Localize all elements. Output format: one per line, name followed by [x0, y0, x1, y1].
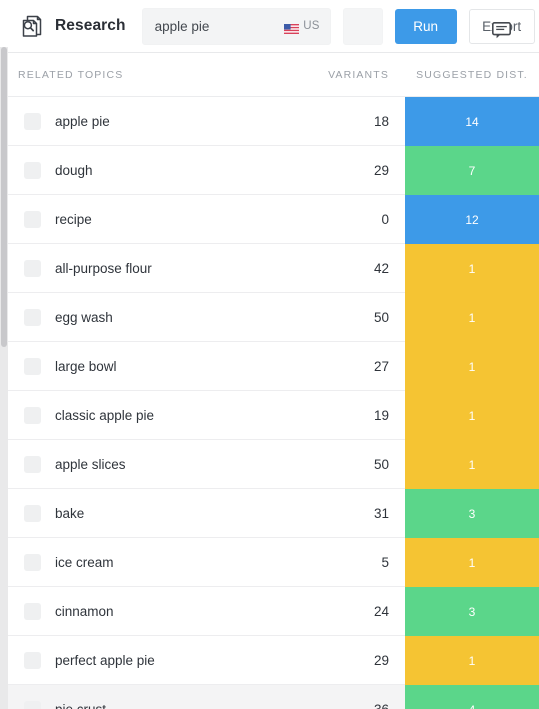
cell-variants: 27: [373, 358, 389, 374]
table-row[interactable]: large bowl 27 1: [0, 342, 539, 391]
cell-related-topic: bake: [0, 489, 285, 537]
cell-related-topic: pie crust: [0, 685, 285, 709]
cell-related-topic: cinnamon: [0, 587, 285, 635]
topic-label: egg wash: [55, 309, 113, 325]
table-row[interactable]: recipe 0 12: [0, 195, 539, 244]
table-row[interactable]: egg wash 50 1: [0, 293, 539, 342]
cell-suggested-dist: 1: [405, 342, 539, 391]
table-row[interactable]: dough 29 7: [0, 146, 539, 195]
table-body: apple pie 18 14 dough 29 7 recipe 0 12 all-purpos…: [0, 97, 539, 709]
page-title: Research: [55, 17, 126, 34]
topic-label: all-purpose flour: [55, 260, 152, 276]
table-row[interactable]: apple slices 50 1: [0, 440, 539, 489]
cell-variants: 31: [373, 505, 389, 521]
cell-variants: 50: [373, 309, 389, 325]
topic-label: pie crust: [55, 701, 107, 709]
table-row[interactable]: ice cream 5 1: [0, 538, 539, 587]
row-checkbox[interactable]: [24, 259, 41, 277]
left-scrollbar[interactable]: [0, 47, 8, 709]
app-header: Research apple pie US Run Export: [0, 0, 539, 53]
empty-control-box[interactable]: [342, 7, 383, 45]
topic-label: classic apple pie: [55, 407, 155, 423]
topic-label: recipe: [55, 211, 92, 227]
row-checkbox[interactable]: [24, 553, 41, 571]
topic-label: dough: [55, 162, 93, 178]
row-checkbox[interactable]: [24, 651, 41, 669]
cell-related-topic: classic apple pie: [0, 391, 285, 439]
cell-related-topic: apple pie: [0, 97, 285, 145]
export-button-label: Export: [482, 18, 522, 34]
cell-suggested-dist: 4: [405, 685, 539, 709]
cell-suggested-dist: 14: [405, 97, 539, 146]
cell-suggested-dist: 1: [405, 391, 539, 440]
cell-suggested-dist: 7: [405, 146, 539, 195]
cell-variants: 29: [373, 652, 389, 668]
search-input[interactable]: apple pie US: [141, 7, 331, 45]
document-search-icon: [18, 13, 44, 39]
table-header-row: RELATED TOPICS VARIANTS SUGGESTED DIST.: [0, 53, 539, 97]
topic-label: bake: [55, 505, 85, 521]
row-checkbox[interactable]: [24, 455, 41, 473]
search-input-value: apple pie: [154, 18, 210, 34]
table-row[interactable]: all-purpose flour 42 1: [0, 244, 539, 293]
topic-label: cinnamon: [55, 603, 114, 619]
row-checkbox[interactable]: [24, 504, 41, 522]
row-checkbox[interactable]: [24, 161, 41, 179]
cell-related-topic: recipe: [0, 195, 285, 243]
cell-suggested-dist: 1: [405, 244, 539, 293]
cell-variants: 29: [373, 162, 389, 178]
brand: Research: [18, 13, 126, 39]
cell-suggested-dist: 1: [405, 538, 539, 587]
cell-variants: 42: [373, 260, 389, 276]
cell-suggested-dist: 12: [405, 195, 539, 244]
us-flag-icon: [284, 21, 300, 34]
cell-variants: 18: [373, 113, 389, 129]
cell-variants: 19: [373, 407, 389, 423]
row-checkbox[interactable]: [24, 112, 41, 130]
topic-label: large bowl: [55, 358, 117, 374]
cell-suggested-dist: 3: [405, 587, 539, 636]
row-checkbox[interactable]: [24, 602, 41, 620]
table-row[interactable]: bake 31 3: [0, 489, 539, 538]
topic-label: apple slices: [55, 456, 126, 472]
export-button[interactable]: Export: [468, 8, 535, 44]
cell-variants: 0: [381, 211, 389, 227]
research-app-window: Research apple pie US Run Export RELATED…: [0, 0, 539, 709]
topic-label: ice cream: [55, 554, 114, 570]
cell-related-topic: perfect apple pie: [0, 636, 285, 684]
cell-suggested-dist: 3: [405, 489, 539, 538]
table-row[interactable]: classic apple pie 19 1: [0, 391, 539, 440]
topic-label: perfect apple pie: [55, 652, 155, 668]
cell-related-topic: large bowl: [0, 342, 285, 390]
row-checkbox[interactable]: [24, 357, 41, 375]
column-header-suggested-dist[interactable]: SUGGESTED DIST.: [405, 69, 539, 81]
cell-related-topic: dough: [0, 146, 285, 194]
topic-label: apple pie: [55, 113, 110, 129]
cell-related-topic: all-purpose flour: [0, 244, 285, 292]
row-checkbox[interactable]: [24, 406, 41, 424]
cell-variants: 5: [381, 554, 389, 570]
table-row[interactable]: cinnamon 24 3: [0, 587, 539, 636]
row-checkbox[interactable]: [24, 700, 41, 709]
cell-related-topic: ice cream: [0, 538, 285, 586]
row-checkbox[interactable]: [24, 210, 41, 228]
scrollbar-thumb[interactable]: [1, 47, 7, 347]
row-checkbox[interactable]: [24, 308, 41, 326]
table-row[interactable]: perfect apple pie 29 1: [0, 636, 539, 685]
locale-label: US: [303, 20, 320, 32]
column-header-variants[interactable]: VARIANTS: [285, 69, 405, 81]
column-header-related-topics[interactable]: RELATED TOPICS: [18, 69, 285, 81]
cell-suggested-dist: 1: [405, 440, 539, 489]
table-row[interactable]: pie crust 36 4: [0, 685, 539, 709]
cell-related-topic: egg wash: [0, 293, 285, 341]
run-button[interactable]: Run: [394, 8, 457, 44]
table-row[interactable]: apple pie 18 14: [0, 97, 539, 146]
cell-variants: 36: [373, 701, 389, 709]
cell-suggested-dist: 1: [405, 293, 539, 342]
cell-related-topic: apple slices: [0, 440, 285, 488]
cell-variants: 24: [373, 603, 389, 619]
cell-suggested-dist: 1: [405, 636, 539, 685]
locale-selector[interactable]: US: [284, 20, 320, 34]
cell-variants: 50: [373, 456, 389, 472]
